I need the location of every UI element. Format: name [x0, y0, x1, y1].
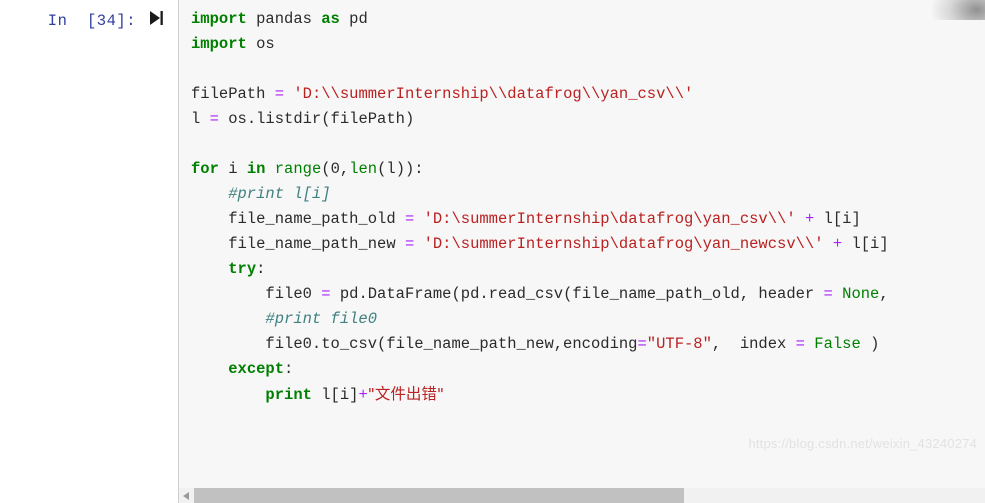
- code-token-plain: file0: [191, 285, 322, 303]
- code-token-op: =: [321, 285, 331, 303]
- code-token-op: =: [823, 285, 833, 303]
- code-token-op: =: [404, 235, 415, 253]
- code-token-kw: as: [321, 10, 340, 28]
- code-token-plain: file0.to_csv(file_name_path_new,encoding: [191, 335, 638, 353]
- code-line: file0.to_csv(file_name_path_new,encoding…: [191, 332, 985, 357]
- execution-count-prompt: In [34]:: [47, 12, 136, 30]
- code-token-plain: pd: [339, 10, 368, 28]
- code-line: l = os.listdir(filePath): [191, 107, 985, 132]
- code-token-plain: (l)):: [377, 160, 424, 178]
- scrollbar-track[interactable]: [179, 488, 985, 503]
- horizontal-scrollbar[interactable]: [178, 478, 985, 503]
- code-line: except:: [191, 357, 985, 382]
- code-token-op: =: [404, 210, 415, 228]
- code-token-plain: l: [191, 110, 210, 128]
- code-token-plain: ,: [879, 285, 889, 303]
- code-token-bi: range: [274, 160, 322, 178]
- scrollbar-remainder[interactable]: [684, 488, 985, 503]
- code-token-plain: ): [860, 335, 880, 353]
- code-token-plain: 0: [330, 160, 340, 178]
- code-token-kw: except: [228, 360, 285, 378]
- code-token-kw: try: [228, 260, 257, 278]
- cell-prompt-gutter: In [34]:: [0, 0, 178, 478]
- code-token-plain: filePath: [191, 85, 275, 103]
- code-token-plain: pandas: [246, 10, 322, 28]
- code-token-plain: pd.DataFrame(pd.read_csv(file_name_path_…: [330, 285, 824, 303]
- code-line: for i in range(0,len(l)):: [191, 157, 985, 182]
- code-input-area[interactable]: import pandas as pd import os filePath = …: [178, 0, 985, 478]
- code-token-kw: for: [191, 160, 219, 178]
- code-line: file_name_path_old = 'D:\summerInternshi…: [191, 207, 985, 232]
- code-token-cmt: #print l[i]: [191, 185, 331, 203]
- code-token-plain: file_name_path_old: [191, 210, 405, 228]
- code-token-plain: os.listdir(filePath): [218, 110, 415, 128]
- notebook-code-cell: In [34]: import pandas as pd import os fi…: [0, 0, 985, 503]
- code-token-bi: None: [842, 285, 880, 303]
- code-token-op: =: [795, 335, 805, 353]
- code-token-cjk: "文件出错": [367, 385, 445, 403]
- code-token-op: +: [804, 210, 815, 228]
- code-token-plain: l[i]: [842, 235, 889, 253]
- run-to-end-icon[interactable]: [149, 10, 164, 30]
- code-line: file_name_path_new = 'D:\summerInternshi…: [191, 232, 985, 257]
- code-token-str: "UTF-8": [646, 335, 712, 353]
- code-line: #print l[i]: [191, 182, 985, 207]
- code-token-plain: i: [218, 160, 247, 178]
- code-token-plain: os: [246, 35, 275, 53]
- code-source[interactable]: import pandas as pd import os filePath = …: [179, 0, 985, 408]
- csdn-watermark: https://blog.csdn.net/weixin_43240274: [748, 436, 977, 451]
- code-line: import pandas as pd: [191, 7, 985, 32]
- cell-row: In [34]: import pandas as pd import os fi…: [0, 0, 985, 478]
- code-token-op: +: [358, 386, 368, 404]
- code-token-bi: False: [814, 335, 861, 353]
- code-token-op: =: [209, 110, 219, 128]
- scrollbar-thumb[interactable]: [194, 488, 684, 503]
- code-token-op: +: [832, 235, 843, 253]
- code-line: #print file0: [191, 307, 985, 332]
- scroll-left-arrow-icon[interactable]: [179, 488, 194, 503]
- code-token-cmt: #print file0: [191, 310, 378, 328]
- code-token-plain: (: [321, 160, 331, 178]
- cell-prompt-inner: In [34]:: [48, 9, 178, 30]
- code-line: try:: [191, 257, 985, 282]
- code-token-op: =: [637, 335, 647, 353]
- code-token-plain: , index: [711, 335, 796, 353]
- code-token-plain: ,: [339, 160, 350, 178]
- code-line: import os: [191, 32, 985, 57]
- code-line: file0 = pd.DataFrame(pd.read_csv(file_na…: [191, 282, 985, 307]
- code-token-kw: import: [191, 10, 247, 28]
- code-token-str: 'D:\summerInternship\datafrog\yan_newcsv…: [423, 235, 824, 253]
- code-line: print l[i]+"文件出错": [191, 382, 985, 408]
- code-token-plain: :: [284, 360, 294, 378]
- code-token-plain: l[i]: [311, 386, 359, 404]
- code-token-plain: l[i]: [814, 210, 861, 228]
- code-token-op: =: [274, 85, 285, 103]
- code-token-bi: len: [349, 160, 378, 178]
- code-token-str: 'D:\\summerInternship\\datafrog\\yan_csv…: [293, 85, 694, 103]
- code-line: filePath = 'D:\\summerInternship\\datafr…: [191, 82, 985, 107]
- code-token-plain: :: [256, 260, 266, 278]
- code-token-kw: import: [191, 35, 247, 53]
- code-token-kw: print: [265, 386, 312, 404]
- code-token-plain: file_name_path_new: [191, 235, 405, 253]
- code-token-kw: in: [246, 160, 266, 178]
- code-token-str: 'D:\summerInternship\datafrog\yan_csv\\': [423, 210, 796, 228]
